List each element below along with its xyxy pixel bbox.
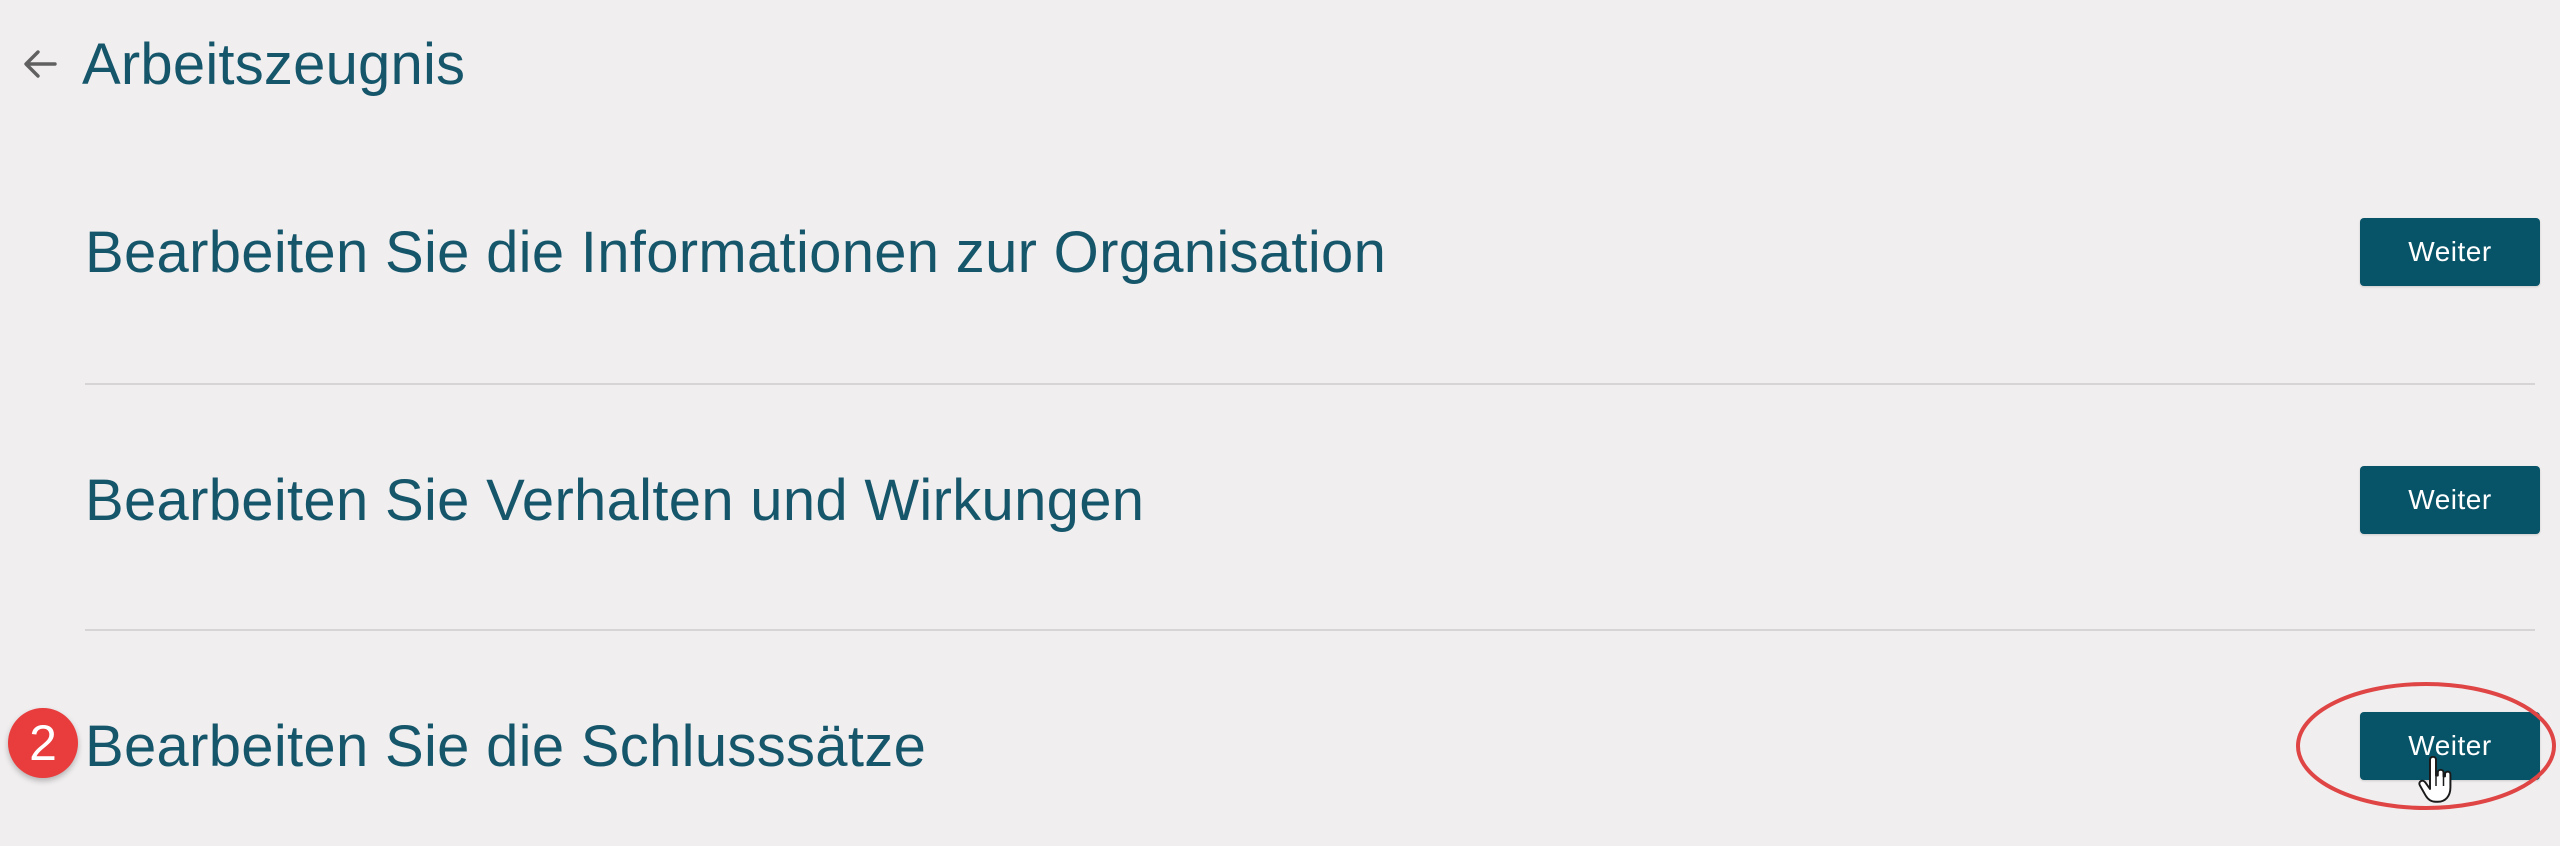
section-label-organisation: Bearbeiten Sie die Informationen zur Org… bbox=[85, 219, 1387, 285]
page-title: Arbeitszeugnis bbox=[82, 31, 466, 97]
weiter-button-organisation[interactable]: Weiter bbox=[2360, 218, 2540, 286]
section-label-schlusssaetze: Bearbeiten Sie die Schlusssätze bbox=[85, 713, 927, 779]
divider bbox=[85, 383, 2535, 385]
page-header: Arbeitszeugnis bbox=[20, 24, 465, 104]
weiter-button-schlusssaetze[interactable]: Weiter bbox=[2360, 712, 2540, 780]
weiter-button-verhalten[interactable]: Weiter bbox=[2360, 466, 2540, 534]
arrow-left-icon[interactable] bbox=[20, 44, 60, 84]
step-number-badge: 2 bbox=[8, 708, 78, 778]
section-verhalten: Bearbeiten Sie Verhalten und Wirkungen W… bbox=[85, 400, 2540, 600]
section-organisation: Bearbeiten Sie die Informationen zur Org… bbox=[85, 152, 2540, 352]
section-schlusssaetze: Bearbeiten Sie die Schlusssätze Weiter bbox=[85, 646, 2540, 846]
divider bbox=[85, 629, 2535, 631]
section-label-verhalten: Bearbeiten Sie Verhalten und Wirkungen bbox=[85, 467, 1145, 533]
